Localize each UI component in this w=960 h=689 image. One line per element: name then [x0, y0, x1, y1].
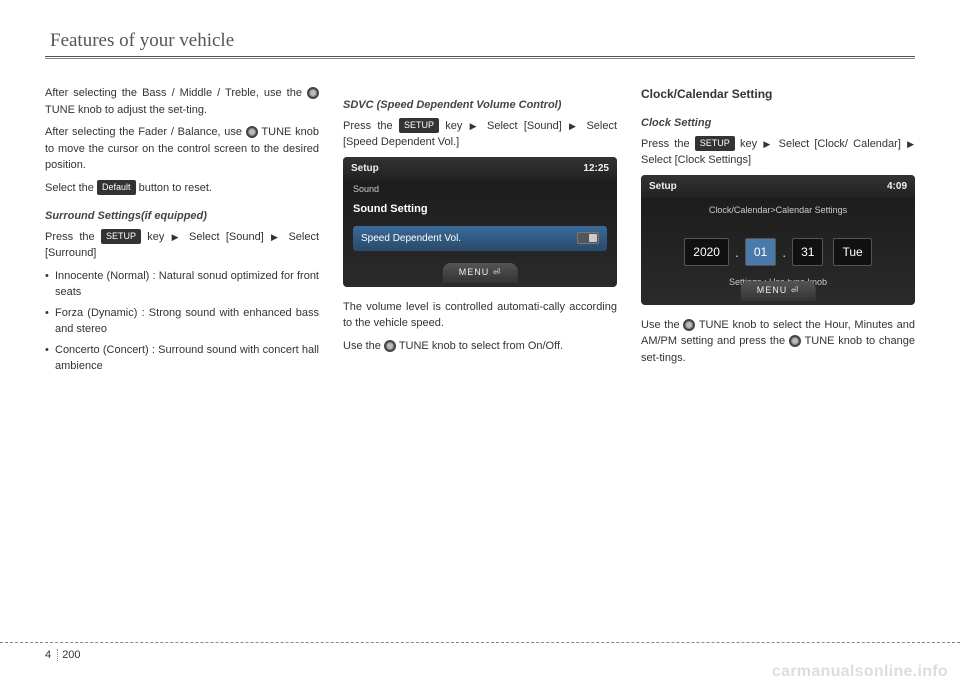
footer-rule: [0, 642, 960, 643]
screen-crumb2: Sound Setting: [343, 199, 617, 220]
surround-list: Innocente (Normal) : Natural sonud optim…: [45, 268, 319, 375]
text: key: [147, 231, 164, 243]
text: Select the: [45, 182, 97, 194]
text: Select [Clock Settings]: [641, 154, 751, 166]
para-clock-press: Press the SETUP key ▶ Select [Clock/ Cal…: [641, 136, 915, 169]
list-item: Forza (Dynamic) : Strong sound with enha…: [45, 305, 319, 338]
tune-knob-icon: [307, 87, 319, 99]
text: Press the: [45, 231, 101, 243]
setup-button-label: SETUP: [399, 118, 439, 134]
arrow-icon: ▶: [171, 232, 183, 242]
text: key: [740, 138, 757, 150]
text: After selecting the Bass / Middle / Treb…: [45, 87, 307, 99]
setup-button-label: SETUP: [101, 229, 141, 245]
column-2: SDVC (Speed Dependent Volume Control) Pr…: [343, 85, 617, 383]
para-tune-bass: After selecting the Bass / Middle / Treb…: [45, 85, 319, 118]
setup-button-label: SETUP: [695, 136, 735, 152]
manual-page: Features of your vehicle After selecting…: [0, 0, 960, 403]
month-box: 01: [745, 238, 776, 266]
dow-box: Tue: [833, 238, 871, 266]
tune-knob-icon: [384, 340, 396, 352]
clock-calendar-heading: Clock/Calendar Setting: [641, 85, 915, 103]
separator: .: [733, 242, 741, 263]
surround-heading: Surround Settings(if equipped): [45, 208, 319, 225]
section-header: Features of your vehicle: [45, 30, 915, 52]
menu-button: MENU ⏎: [443, 263, 518, 283]
text: Select [Clock/ Calendar]: [779, 138, 901, 150]
screen-topbar: Setup 12:25: [343, 157, 617, 180]
para-fader-balance: After selecting the Fader / Balance, use…: [45, 124, 319, 174]
clock-setting-heading: Clock Setting: [641, 115, 915, 132]
arrow-icon: ▶: [270, 232, 282, 242]
column-3: Clock/Calendar Setting Clock Setting Pre…: [641, 85, 915, 383]
arrow-icon: ▶: [469, 121, 481, 131]
sdvc-heading: SDVC (Speed Dependent Volume Control): [343, 97, 617, 114]
text: Select [Sound]: [189, 231, 270, 243]
text: TUNE knob to select from On/Off.: [399, 340, 563, 352]
page-num: 200: [57, 649, 80, 661]
clock-screenshot: Setup 4:09 Clock/Calendar>Calendar Setti…: [641, 175, 915, 305]
rule-thin: [45, 58, 915, 59]
arrow-icon: ▶: [906, 139, 915, 149]
toggle-icon: [577, 232, 599, 244]
arrow-icon: ▶: [762, 139, 773, 149]
row-label: Speed Dependent Vol.: [361, 231, 461, 246]
year-box: 2020: [684, 238, 729, 266]
tune-knob-icon: [789, 335, 801, 347]
para-default: Select the Default button to reset.: [45, 180, 319, 197]
screen-time: 4:09: [887, 179, 907, 194]
chapter-num: 4: [45, 649, 51, 661]
text: Press the: [343, 120, 399, 132]
list-item: Innocente (Normal) : Natural sonud optim…: [45, 268, 319, 301]
screen-title: Setup: [649, 179, 677, 194]
text: Press the: [641, 138, 695, 150]
list-item: Concerto (Concert) : Surround sound with…: [45, 342, 319, 375]
para-surround-press: Press the SETUP key ▶ Select [Sound] ▶ S…: [45, 229, 319, 262]
screen-time: 12:25: [583, 161, 609, 176]
para-sdvc-use: Use the TUNE knob to select from On/Off.: [343, 338, 617, 355]
page-number: 4 200: [45, 649, 81, 661]
menu-button: MENU ⏎: [741, 281, 816, 301]
screen-topbar: Setup 4:09: [641, 175, 915, 198]
screen-title: Setup: [351, 161, 379, 176]
para-sdvc-desc: The volume level is controlled automati-…: [343, 299, 617, 332]
default-button-label: Default: [97, 180, 136, 196]
day-box: 31: [792, 238, 823, 266]
tune-knob-icon: [683, 319, 695, 331]
screen-row: Speed Dependent Vol.: [353, 226, 607, 251]
separator: .: [780, 242, 788, 263]
rule-thick: [45, 56, 915, 57]
arrow-icon: ▶: [568, 121, 580, 131]
text: button to reset.: [139, 182, 212, 194]
para-sdvc-press: Press the SETUP key ▶ Select [Sound] ▶ S…: [343, 118, 617, 151]
text: TUNE knob to adjust the set-ting.: [45, 104, 207, 116]
screen-crumb1: Sound: [343, 180, 617, 200]
column-1: After selecting the Bass / Middle / Treb…: [45, 85, 319, 383]
watermark: carmanualsonline.info: [772, 663, 948, 681]
text: Use the: [343, 340, 384, 352]
text: key: [445, 120, 462, 132]
tune-knob-icon: [246, 126, 258, 138]
screen-crumb: Clock/Calendar>Calendar Settings: [641, 198, 915, 221]
text: Use the: [641, 319, 683, 331]
date-row: 2020 . 01 . 31 Tue: [641, 238, 915, 266]
content-columns: After selecting the Bass / Middle / Treb…: [45, 85, 915, 383]
text: After selecting the Fader / Balance, use: [45, 126, 246, 138]
para-clock-use: Use the TUNE knob to select the Hour, Mi…: [641, 317, 915, 367]
sdvc-screenshot: Setup 12:25 Sound Sound Setting Speed De…: [343, 157, 617, 287]
text: Select [Sound]: [487, 120, 568, 132]
